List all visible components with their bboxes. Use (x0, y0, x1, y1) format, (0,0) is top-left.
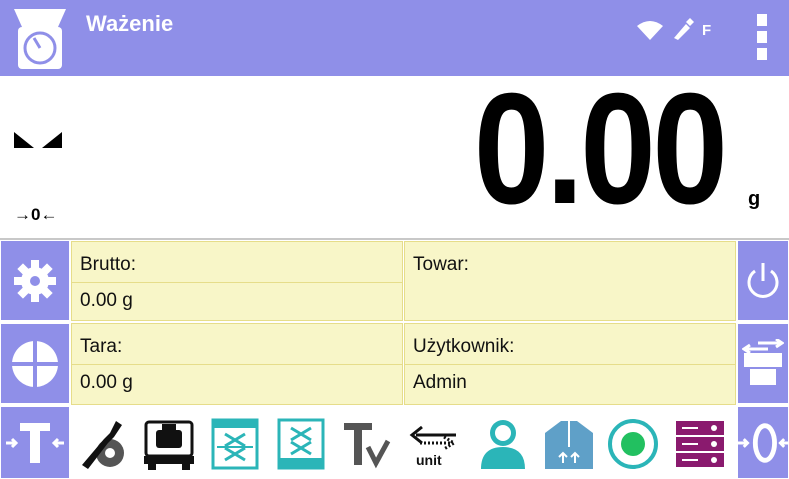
brutto-value: 0.00 g (80, 290, 133, 311)
functions-globe-icon (12, 340, 58, 387)
weight-reading: 0.00 (474, 61, 728, 237)
user-cell[interactable]: Użytkownik: Admin (404, 323, 736, 405)
user-label: Użytkownik: (413, 336, 515, 357)
tare-value: 0.00 g (80, 372, 133, 393)
status-icon (608, 418, 658, 469)
user-button[interactable] (474, 408, 532, 479)
print-button[interactable] (737, 323, 789, 404)
settings-button[interactable] (0, 240, 70, 321)
tare-value-button[interactable] (338, 408, 396, 479)
tare-set-button[interactable] (272, 408, 330, 479)
page-title: Ważenie (86, 11, 174, 36)
zero-button[interactable] (737, 406, 789, 479)
unit-change-icon: unit (409, 425, 457, 468)
scale-icon[interactable] (12, 5, 68, 71)
wifi-icon (637, 21, 663, 40)
functions-button[interactable] (0, 323, 70, 404)
adjustment-button[interactable] (74, 408, 132, 479)
adjustment-icon (82, 420, 124, 469)
kebab-menu-icon[interactable] (757, 14, 767, 66)
weight-unit[interactable]: g (748, 188, 760, 211)
settings-gear-icon (14, 259, 56, 302)
database-button[interactable] (670, 408, 730, 479)
tare-button[interactable] (0, 406, 70, 479)
user-value: Admin (413, 372, 467, 393)
power-button[interactable] (737, 240, 789, 321)
stability-icon (14, 132, 62, 148)
calibration-button[interactable] (140, 408, 198, 479)
tare-label: Tara: (80, 336, 123, 357)
brutto-label: Brutto: (80, 254, 136, 275)
tare-value-icon (344, 422, 391, 468)
tare-icon (6, 422, 64, 463)
product-button[interactable] (540, 408, 598, 479)
tare-set-icon (277, 418, 325, 469)
zero-icon (738, 422, 788, 463)
user-icon (481, 419, 525, 469)
power-icon (747, 262, 779, 298)
divider (0, 238, 789, 240)
brutto-cell: Brutto: 0.00 g (71, 241, 403, 321)
product-cell[interactable]: Towar: (404, 241, 736, 321)
zero-indicator: →0← (14, 205, 58, 224)
weight-display: →0← 0.00 g (0, 70, 789, 240)
database-icon (676, 420, 724, 467)
calibration-weight-icon (144, 420, 194, 470)
svg-text:unit: unit (416, 452, 442, 468)
tare-database-icon (211, 418, 259, 469)
product-label: Towar: (413, 254, 469, 275)
usb-icon (674, 18, 694, 40)
unit-change-button[interactable]: unit (404, 408, 462, 479)
print-icon (742, 338, 784, 385)
product-icon (545, 420, 593, 469)
tare-cell: Tara: 0.00 g (71, 323, 403, 405)
status-flag: F (702, 21, 712, 39)
tare-database-button[interactable] (206, 408, 264, 479)
status-button[interactable] (604, 408, 662, 479)
